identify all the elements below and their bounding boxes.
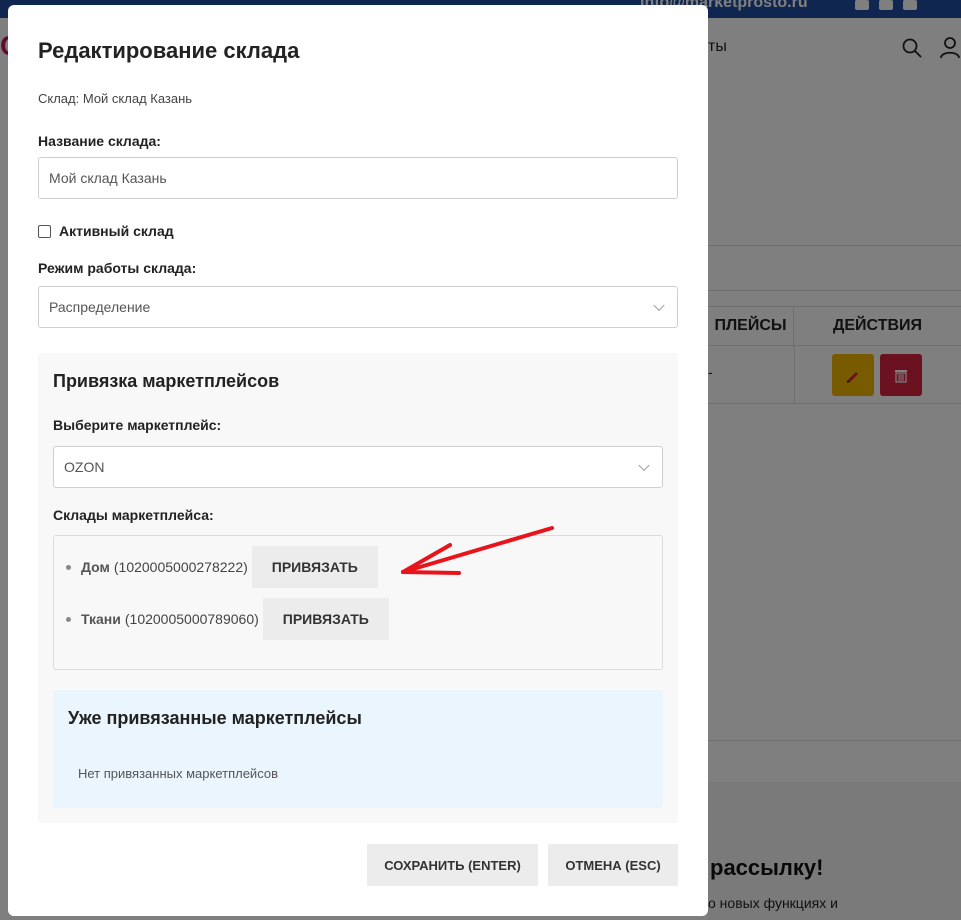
linked-title: Уже привязанные маркетплейсы [68, 708, 362, 728]
chevron-down-icon [653, 299, 665, 312]
warehouse-name: Ткани [81, 611, 121, 627]
bind-button[interactable]: ПРИВЯЗАТЬ [251, 546, 378, 588]
linked-empty-text: Нет привязанных маркетплейсов [78, 766, 278, 781]
edit-warehouse-modal: Редактирование склада Склад: Мой склад К… [8, 5, 708, 916]
warehouse-name: Дом [81, 559, 110, 575]
marketplace-select[interactable]: OZON [53, 446, 663, 488]
warehouse-id: (1020005000789060) [124, 611, 259, 627]
work-mode-value: Распределение [49, 299, 151, 315]
annotation-arrow-icon [401, 526, 554, 575]
work-mode-label: Режим работы склада: [38, 260, 197, 276]
cancel-button[interactable]: ОТМЕНА (ESC) [548, 844, 678, 886]
binding-title: Привязка маркетплейсов [53, 371, 280, 391]
bullet [66, 616, 71, 622]
marketplace-warehouses-label: Склады маркетплейса: [53, 507, 214, 523]
warehouse-name-label: Название склада: [38, 133, 161, 149]
active-checkbox[interactable] [38, 224, 51, 238]
list-item: Дом (1020005000278222) ПРИВЯЗАТЬ [66, 546, 378, 588]
warehouse-name-input[interactable] [38, 157, 678, 199]
marketplace-warehouses-list: Дом (1020005000278222) ПРИВЯЗАТЬ Ткани (… [53, 535, 663, 670]
save-button[interactable]: СОХРАНИТЬ (ENTER) [367, 844, 538, 886]
marketplace-select-label: Выберите маркетплейс: [53, 417, 222, 433]
active-checkbox-label[interactable]: Активный склад [59, 223, 174, 239]
marketplace-binding-panel: Привязка маркетплейсов Выберите маркетпл… [38, 353, 678, 823]
list-item: Ткани (1020005000789060) ПРИВЯЗАТЬ [66, 598, 389, 640]
active-checkbox-row[interactable]: Активный склад [38, 223, 174, 239]
work-mode-select[interactable]: Распределение [38, 286, 678, 328]
linked-marketplaces-panel: Уже привязанные маркетплейсы Нет привяза… [53, 690, 663, 808]
modal-title: Редактирование склада [38, 38, 300, 63]
warehouse-id: (1020005000278222) [113, 559, 248, 575]
bind-button[interactable]: ПРИВЯЗАТЬ [262, 598, 389, 640]
chevron-down-icon [638, 459, 650, 472]
bullet [66, 564, 71, 570]
marketplace-value: OZON [64, 459, 105, 475]
modal-subtitle: Склад: Мой склад Казань [38, 91, 193, 106]
